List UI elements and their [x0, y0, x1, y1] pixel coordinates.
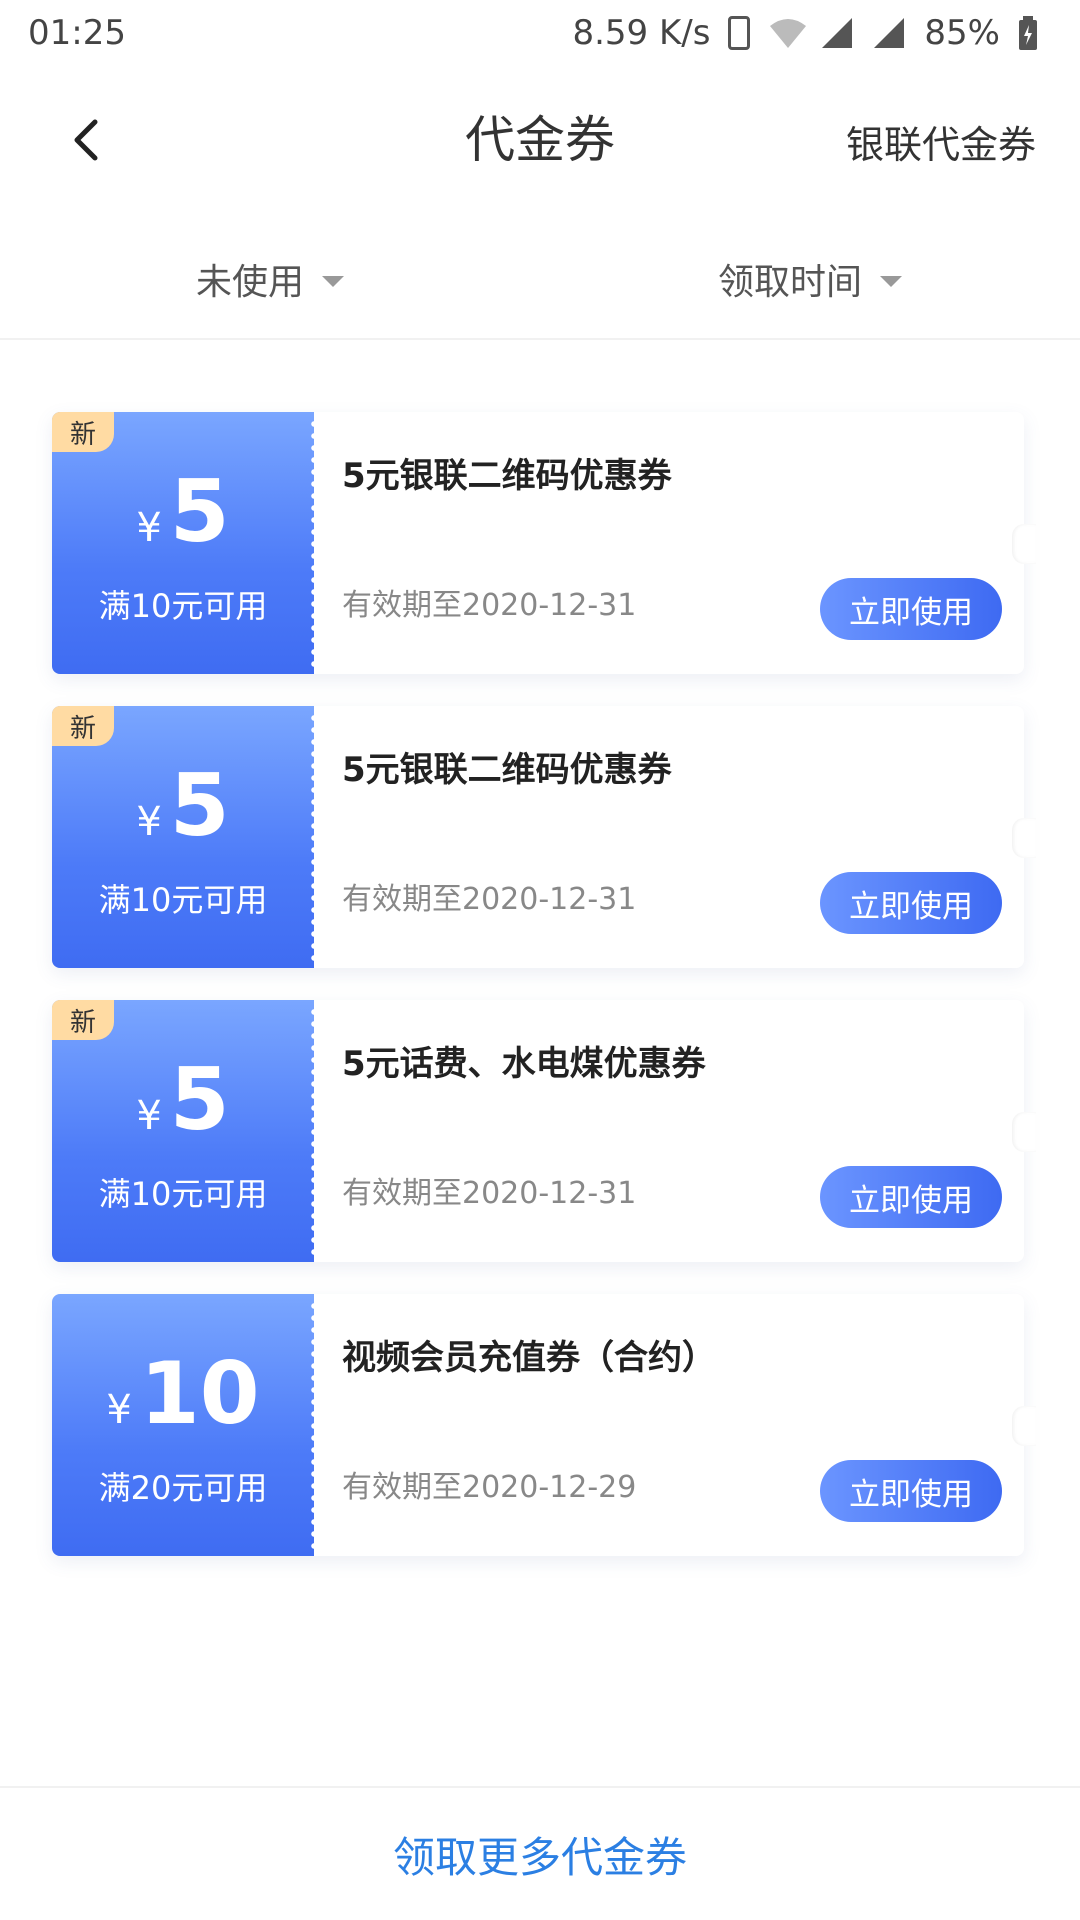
- filter-sort-label: 领取时间: [717, 262, 862, 303]
- coupon-expiry: 有效期至2020-12-31: [342, 588, 637, 623]
- caret-down-icon: [880, 275, 902, 287]
- status-time: 01:25: [28, 13, 126, 53]
- signal-icon: [820, 16, 854, 50]
- coupon-amount-row: ¥ 5: [136, 469, 229, 555]
- coupon-amount: 5: [169, 462, 230, 562]
- filter-status-dropdown[interactable]: 未使用: [0, 220, 540, 338]
- coupon-notch: [1012, 1112, 1036, 1152]
- filter-sort-dropdown[interactable]: 领取时间: [540, 220, 1080, 338]
- back-button[interactable]: [56, 110, 116, 170]
- coupon-amount-row: ¥ 5: [136, 1057, 229, 1143]
- filter-bar: 未使用 领取时间: [0, 220, 1080, 340]
- coupon-card[interactable]: ¥ 10 满20元可用 视频会员充值券（合约） 有效期至2020-12-29 立…: [52, 1294, 1036, 1556]
- coupon-threshold: 满20元可用: [98, 1469, 268, 1507]
- use-now-button[interactable]: 立即使用: [820, 578, 1002, 640]
- coupon-info: 视频会员充值券（合约） 有效期至2020-12-29 立即使用: [314, 1294, 1024, 1556]
- coupon-card[interactable]: 新 ¥ 5 满10元可用 5元银联二维码优惠券 有效期至2020-12-31 立…: [52, 412, 1036, 674]
- coupon-amount-row: ¥ 5: [136, 763, 229, 849]
- coupon-amount: 10: [139, 1344, 260, 1444]
- use-now-button[interactable]: 立即使用: [820, 1166, 1002, 1228]
- coupon-value-panel: 新 ¥ 5 满10元可用: [52, 412, 317, 674]
- coupon-list: 新 ¥ 5 满10元可用 5元银联二维码优惠券 有效期至2020-12-31 立…: [52, 412, 1036, 1588]
- coupon-expiry: 有效期至2020-12-31: [342, 1176, 637, 1211]
- wifi-icon: [768, 16, 807, 50]
- battery-percent: 85%: [924, 13, 1000, 53]
- currency-symbol: ¥: [106, 1387, 132, 1433]
- coupon-name: 5元银联二维码优惠券: [342, 750, 672, 790]
- currency-symbol: ¥: [136, 505, 162, 551]
- new-badge: 新: [52, 1000, 114, 1040]
- coupon-card[interactable]: 新 ¥ 5 满10元可用 5元银联二维码优惠券 有效期至2020-12-31 立…: [52, 706, 1036, 968]
- coupon-name: 视频会员充值券（合约）: [342, 1338, 716, 1378]
- bottom-bar: 领取更多代金券: [0, 1786, 1080, 1920]
- page-title: 代金券: [465, 111, 615, 169]
- coupon-threshold: 满10元可用: [98, 587, 268, 625]
- coupon-threshold: 满10元可用: [98, 1175, 268, 1213]
- caret-down-icon: [322, 275, 344, 287]
- use-now-button[interactable]: 立即使用: [820, 872, 1002, 934]
- battery-icon: [1018, 16, 1052, 50]
- get-more-coupons-link[interactable]: 领取更多代金券: [393, 1824, 687, 1885]
- coupon-expiry: 有效期至2020-12-29: [342, 1470, 637, 1505]
- use-now-button[interactable]: 立即使用: [820, 1460, 1002, 1522]
- signal-icon-2: [872, 16, 906, 50]
- header: 代金券 银联代金券: [0, 66, 1080, 206]
- coupon-info: 5元话费、水电煤优惠券 有效期至2020-12-31 立即使用: [314, 1000, 1024, 1262]
- filter-status-label: 未使用: [195, 262, 304, 303]
- coupon-value-panel: 新 ¥ 5 满10元可用: [52, 1000, 317, 1262]
- coupon-amount-row: ¥ 10: [106, 1351, 259, 1437]
- coupon-amount: 5: [169, 756, 230, 856]
- coupon-notch: [1012, 818, 1036, 858]
- coupon-info: 5元银联二维码优惠券 有效期至2020-12-31 立即使用: [314, 412, 1024, 674]
- coupon-threshold: 满10元可用: [98, 881, 268, 919]
- status-bar: 01:25 8.59 K/s 85%: [0, 0, 1080, 66]
- network-speed: 8.59 K/s: [572, 13, 711, 53]
- new-badge: 新: [52, 706, 114, 746]
- coupon-name: 5元银联二维码优惠券: [342, 456, 672, 496]
- coupon-amount: 5: [169, 1050, 230, 1150]
- coupon-expiry: 有效期至2020-12-31: [342, 882, 637, 917]
- currency-symbol: ¥: [136, 1093, 162, 1139]
- new-badge: 新: [52, 412, 114, 452]
- vibrate-icon: [728, 16, 751, 50]
- coupon-name: 5元话费、水电煤优惠券: [342, 1044, 706, 1084]
- status-icons: 8.59 K/s 85%: [572, 13, 1052, 53]
- coupon-value-panel: ¥ 10 满20元可用: [52, 1294, 317, 1556]
- chevron-left-icon: [74, 119, 98, 161]
- coupon-value-panel: 新 ¥ 5 满10元可用: [52, 706, 317, 968]
- coupon-info: 5元银联二维码优惠券 有效期至2020-12-31 立即使用: [314, 706, 1024, 968]
- currency-symbol: ¥: [136, 799, 162, 845]
- coupon-card[interactable]: 新 ¥ 5 满10元可用 5元话费、水电煤优惠券 有效期至2020-12-31 …: [52, 1000, 1036, 1262]
- coupon-notch: [1012, 524, 1036, 564]
- coupon-notch: [1012, 1406, 1036, 1446]
- unionpay-coupons-link[interactable]: 银联代金券: [846, 114, 1036, 169]
